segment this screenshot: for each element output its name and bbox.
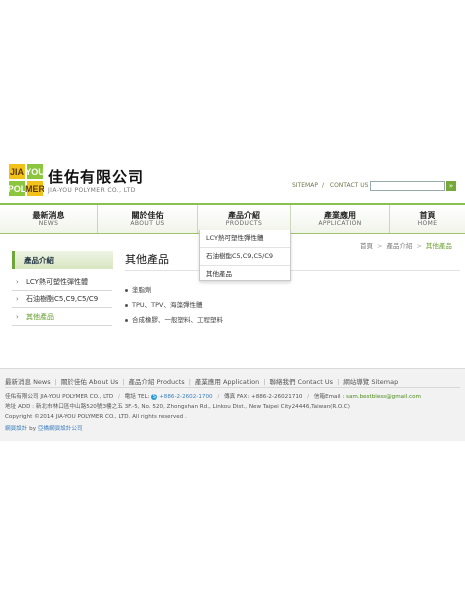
chevron-right-icon: ›: [16, 278, 19, 286]
footer: 最新消息 News | 關於佳佑 About Us | 產品介紹 Products | 產業…: [0, 368, 465, 441]
sidebar-item-label: 其他產品: [26, 313, 54, 321]
nav-label-en: PRODUCTS: [225, 220, 263, 227]
svg-text:MER: MER: [25, 184, 44, 194]
footer-link-products[interactable]: 產品介紹 Products: [129, 378, 185, 386]
products-dropdown: LCY熱可塑性彈性體 石油樹酯C5,C9,C5/C9 其他產品: [199, 230, 291, 281]
title-divider: [125, 270, 460, 271]
nav-label-cn: 關於佳佑: [131, 211, 164, 220]
list-item-text: 塗脂劑: [132, 286, 152, 294]
bullet-icon: [125, 303, 128, 307]
footer-design-link[interactable]: 網頁設計: [5, 426, 27, 432]
svg-text:YOU: YOU: [25, 167, 44, 177]
breadcrumb-separator: >: [416, 242, 422, 250]
chevron-right-icon: ›: [16, 313, 19, 321]
top-links: SITEMAP / CONTACT US: [292, 182, 372, 189]
list-item: 塗脂劑: [125, 285, 223, 300]
search-arrow-icon: »: [448, 182, 454, 190]
breadcrumb-current: 其他產品: [425, 242, 452, 250]
list-item-text: TPU、TPV、海藻彈性體: [132, 301, 203, 309]
nav-label-cn: 首頁: [419, 211, 436, 220]
sitemap-link[interactable]: SITEMAP: [292, 182, 318, 189]
dropdown-item-lcy[interactable]: LCY熱可塑性彈性體: [200, 230, 290, 248]
footer-divider: |: [54, 378, 57, 386]
chevron-right-icon: ›: [16, 295, 19, 303]
search-input[interactable]: [370, 181, 445, 191]
footer-link-sitemap[interactable]: 網站導覽 Sitemap: [343, 378, 398, 386]
breadcrumb-separator: >: [377, 242, 383, 250]
brand-name-cn[interactable]: 佳佑有限公司: [48, 166, 144, 187]
sidebar-title: 產品介紹: [12, 251, 113, 269]
footer-tel-label: 電話 TEL:: [124, 394, 150, 400]
nav-item-application[interactable]: 產業應用 APPLICATION: [291, 205, 390, 233]
list-item: 合成橡膠、一般塑料、工程塑料: [125, 315, 223, 330]
footer-divider-line: [5, 387, 460, 388]
footer-credit: 網頁設計 by 亞橋網頁設計公司: [5, 424, 83, 432]
product-list: 塗脂劑 TPU、TPV、海藻彈性體 合成橡膠、一般塑料、工程塑料: [125, 285, 223, 330]
list-item-text: 合成橡膠、一般塑料、工程塑料: [132, 316, 223, 324]
dropdown-item-resin[interactable]: 石油樹酯C5,C9,C5/C9: [200, 248, 290, 266]
bullet-icon: [125, 318, 128, 322]
dropdown-item-other[interactable]: 其他產品: [200, 266, 290, 280]
breadcrumb-products[interactable]: 產品介紹: [386, 242, 412, 250]
bullet-icon: [125, 288, 128, 292]
footer-divider: |: [263, 378, 266, 386]
sidebar-item-other[interactable]: › 其他產品: [12, 309, 112, 326]
sidebar-item-label: 石油樹酯C5,C9,C5/C9: [26, 295, 99, 303]
footer-links: 最新消息 News | 關於佳佑 About Us | 產品介紹 Products | 產業…: [5, 376, 398, 386]
footer-email-label: 信箱Email :: [313, 394, 345, 400]
footer-divider: /: [217, 394, 220, 400]
footer-company: 佳佑有限公司 JIA-YOU POLYMER CO., LTD: [5, 394, 114, 400]
footer-divider: |: [188, 378, 191, 386]
sidebar-item-resin[interactable]: › 石油樹酯C5,C9,C5/C9: [12, 291, 112, 308]
nav-label-en: HOME: [417, 220, 438, 227]
footer-link-contact[interactable]: 聯絡我們 Contact Us: [269, 378, 333, 386]
search-button[interactable]: »: [446, 181, 456, 191]
svg-text:POL: POL: [8, 184, 27, 194]
sidebar-item-label: LCY熱可塑性彈性體: [26, 278, 88, 286]
list-item: TPU、TPV、海藻彈性體: [125, 300, 223, 315]
footer-link-application[interactable]: 產業應用 Application: [195, 378, 259, 386]
nav-label-cn: 最新消息: [32, 211, 65, 220]
brand-name-en: JIA-YOU POLYMER CO., LTD: [48, 187, 136, 194]
contact-link[interactable]: CONTACT US: [330, 182, 369, 189]
top-links-separator: /: [321, 182, 324, 189]
footer-contact-line: 佳佑有限公司 JIA-YOU POLYMER CO., LTD / 電話 TEL…: [5, 392, 421, 400]
footer-fax: 傳真 FAX: +886-2-26021710: [224, 394, 303, 400]
sidebar-title-text: 產品介紹: [24, 256, 54, 265]
nav-item-home[interactable]: 首頁 HOME: [390, 205, 465, 233]
nav-label-cn: 產品介紹: [228, 211, 260, 220]
breadcrumb: 首頁 > 產品介紹 > 其他產品: [360, 240, 452, 250]
footer-copyright: Copyright ©2014 JIA-YOU POLYMER CO., LTD…: [5, 414, 187, 420]
nav-label-cn: 產業應用: [324, 211, 356, 220]
footer-email[interactable]: sam.bestbless@gmail.com: [346, 394, 421, 400]
nav-label-en: ABOUT US: [130, 220, 165, 227]
footer-address: 地址 ADD : 新北市林口區中山路520號3樓之五 3F.-5, No. 52…: [5, 404, 350, 410]
footer-divider: |: [122, 378, 125, 386]
footer-designer-link[interactable]: 亞橋網頁設計公司: [38, 426, 83, 432]
nav-item-products[interactable]: 產品介紹 PRODUCTS: [198, 205, 291, 233]
footer-link-news[interactable]: 最新消息 News: [5, 378, 51, 386]
sidebar-item-lcy[interactable]: › LCY熱可塑性彈性體: [12, 274, 112, 291]
footer-design-by: by: [29, 426, 37, 432]
svg-text:JIA: JIA: [10, 167, 25, 177]
nav-label-en: NEWS: [38, 220, 59, 227]
nav-item-about[interactable]: 關於佳佑 ABOUT US: [98, 205, 198, 233]
skype-icon: S: [151, 393, 158, 400]
footer-divider: /: [307, 394, 310, 400]
nav-label-en: APPLICATION: [318, 220, 362, 227]
footer-divider: /: [117, 394, 120, 400]
breadcrumb-home[interactable]: 首頁: [360, 242, 373, 250]
footer-tel[interactable]: +886-2-2602-1700: [159, 394, 212, 400]
footer-divider: |: [337, 378, 340, 386]
page-title: 其他產品: [125, 253, 169, 266]
footer-link-about[interactable]: 關於佳佑 About Us: [61, 378, 119, 386]
company-logo: JIA YOU POL MER: [8, 163, 44, 197]
nav-item-news[interactable]: 最新消息 NEWS: [0, 205, 98, 233]
